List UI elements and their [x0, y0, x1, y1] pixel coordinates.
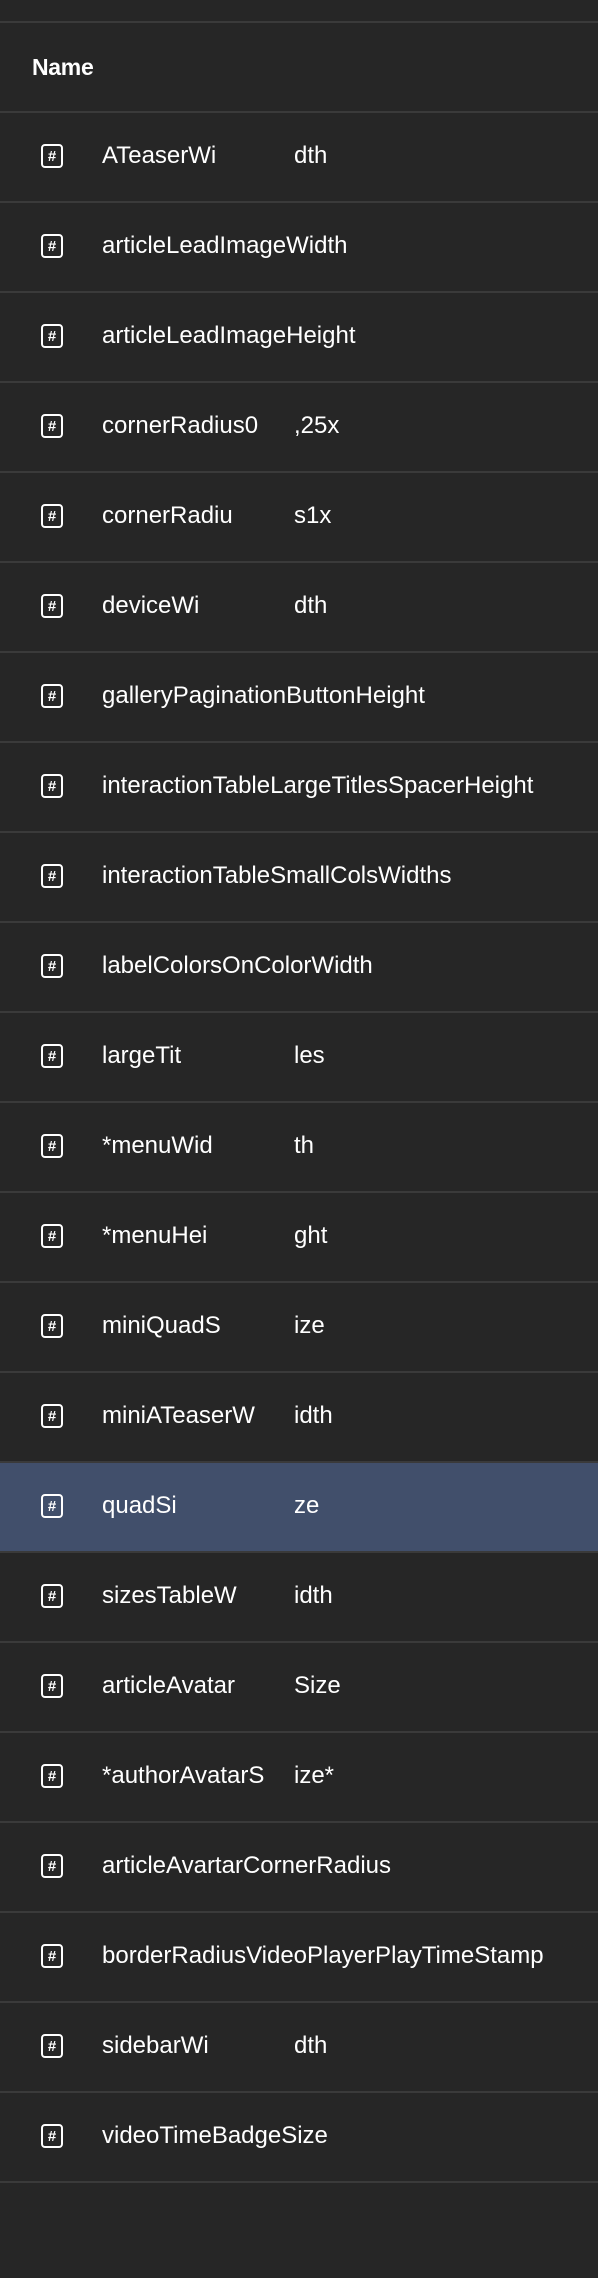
variable-name-continued: idth: [294, 1582, 333, 1609]
column-header-name: Name: [32, 54, 94, 80]
variable-name: videoTimeBadgeSize: [102, 2122, 328, 2149]
list-item[interactable]: # articleLeadImageHeight: [0, 293, 598, 383]
list-item[interactable]: # ATeaserWi dth: [0, 113, 598, 203]
list-item[interactable]: # quadSi ze: [0, 1463, 598, 1553]
list-item[interactable]: # miniATeaserW idth: [0, 1373, 598, 1463]
variable-name: labelColorsOnColorWidth: [102, 952, 373, 979]
list-item[interactable]: # sidebarWi dth: [0, 2003, 598, 2093]
variable-name: articleAvartarCornerRadius: [102, 1852, 392, 1879]
list-item[interactable]: # cornerRadiu s1x: [0, 473, 598, 563]
variable-name-continued: dth: [294, 592, 328, 619]
variable-name-continued: Size: [294, 1672, 341, 1699]
hash-icon: #: [41, 504, 63, 528]
list-item[interactable]: # miniQuadS ize: [0, 1283, 598, 1373]
list-item[interactable]: # labelColorsOnColorWidth: [0, 923, 598, 1013]
hash-icon: #: [41, 954, 63, 978]
variable-name: cornerRadiu: [102, 502, 233, 529]
hash-icon: #: [41, 1044, 63, 1068]
variable-name: *menuHei: [102, 1222, 208, 1249]
variable-name-continued: ght: [294, 1222, 328, 1249]
variable-name: sidebarWi: [102, 2032, 209, 2059]
list-item[interactable]: # interactionTableSmallColsWidths: [0, 833, 598, 923]
hash-icon: #: [41, 1314, 63, 1338]
variable-name: galleryPaginationButtonHeight: [102, 682, 425, 709]
hash-icon: #: [41, 1944, 63, 1968]
hash-icon: #: [41, 1494, 63, 1518]
hash-icon: #: [41, 414, 63, 438]
variable-name-continued: dth: [294, 142, 328, 169]
hash-icon: #: [41, 1404, 63, 1428]
hash-icon: #: [41, 684, 63, 708]
variable-name-continued: les: [294, 1042, 325, 1069]
hash-icon: #: [41, 144, 63, 168]
variable-name: articleLeadImageHeight: [102, 322, 356, 349]
variable-name: sizesTableW: [102, 1582, 237, 1609]
variable-name-continued: ze: [294, 1492, 320, 1519]
hash-icon: #: [41, 2034, 63, 2058]
hash-icon: #: [41, 234, 63, 258]
hash-icon: #: [41, 2124, 63, 2148]
variable-name: largeTit: [102, 1042, 182, 1069]
list-item[interactable]: # articleAvatar Size: [0, 1643, 598, 1733]
list-item[interactable]: # *menuHei ght: [0, 1193, 598, 1283]
list-item[interactable]: # *menuWid th: [0, 1103, 598, 1193]
variable-name: miniQuadS: [102, 1312, 221, 1339]
variable-name: *authorAvatarS: [102, 1762, 265, 1789]
list-item[interactable]: # cornerRadius0 ,25x: [0, 383, 598, 473]
list-item[interactable]: # deviceWi dth: [0, 563, 598, 653]
variables-list: # ATeaserWi dth # articleLeadImageWidth # arti…: [0, 113, 598, 2183]
hash-icon: #: [41, 594, 63, 618]
list-item[interactable]: # galleryPaginationButtonHeight: [0, 653, 598, 743]
hash-icon: #: [41, 1854, 63, 1878]
list-item[interactable]: # articleAvartarCornerRadius: [0, 1823, 598, 1913]
variable-name-continued: ize*: [294, 1762, 335, 1789]
variable-name-continued: idth: [294, 1402, 333, 1429]
hash-icon: #: [41, 324, 63, 348]
list-item[interactable]: # interactionTableLargeTitlesSpacerHeight: [0, 743, 598, 833]
hash-icon: #: [41, 864, 63, 888]
hash-icon: #: [41, 774, 63, 798]
hash-icon: #: [41, 1764, 63, 1788]
hash-icon: #: [41, 1674, 63, 1698]
variable-name: interactionTableSmallColsWidths: [102, 862, 452, 889]
variable-name-continued: th: [294, 1132, 315, 1159]
variable-name-continued: s1x: [294, 502, 332, 529]
variable-name: interactionTableLargeTitlesSpacerHeight: [102, 772, 534, 799]
list-item[interactable]: # largeTit les: [0, 1013, 598, 1103]
list-item[interactable]: # sizesTableW idth: [0, 1553, 598, 1643]
variable-name: borderRadiusVideoPlayerPlayTimeStamp: [102, 1942, 544, 1969]
list-item[interactable]: # articleLeadImageWidth: [0, 203, 598, 293]
variable-name: *menuWid: [102, 1132, 213, 1159]
variable-name-continued: ize: [294, 1312, 325, 1339]
variable-name-continued: dth: [294, 2032, 328, 2059]
list-item[interactable]: # videoTimeBadgeSize: [0, 2093, 598, 2183]
variable-name: quadSi: [102, 1492, 177, 1519]
variable-name: articleAvatar: [102, 1672, 235, 1699]
variable-name: cornerRadius0: [102, 412, 259, 439]
variable-name: miniATeaserW: [102, 1402, 255, 1429]
list-item[interactable]: # *authorAvatarS ize*: [0, 1733, 598, 1823]
variable-name: articleLeadImageWidth: [102, 232, 348, 259]
column-header[interactable]: Name: [0, 23, 598, 113]
hash-icon: #: [41, 1134, 63, 1158]
variable-name-continued: ,25x: [294, 412, 340, 439]
variable-name: deviceWi: [102, 592, 200, 619]
hash-icon: #: [41, 1224, 63, 1248]
list-item[interactable]: # borderRadiusVideoPlayerPlayTimeStamp: [0, 1913, 598, 2003]
hash-icon: #: [41, 1584, 63, 1608]
variable-name: ATeaserWi: [102, 142, 217, 169]
